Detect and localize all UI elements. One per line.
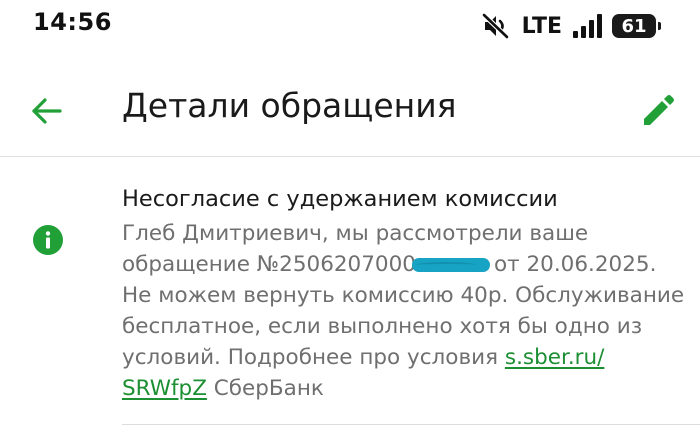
item-divider: [122, 424, 700, 425]
signal-icon: [573, 14, 602, 38]
app-bar: Детали обращения: [0, 56, 700, 156]
battery-indicator: 61: [612, 14, 661, 38]
back-arrow-icon[interactable]: [26, 91, 66, 131]
edit-pencil-icon[interactable]: [638, 91, 678, 131]
conditions-link-part-1[interactable]: s.sber.ru/: [505, 345, 605, 370]
status-bar: 14:56 LTE 61: [0, 0, 700, 56]
appeal-number-text: обращение №2506207000: [122, 252, 416, 277]
battery-tip: [658, 22, 661, 30]
appeal-date-text: от 20.06.2025.: [493, 252, 657, 277]
network-type: LTE: [521, 13, 562, 39]
appeal-message: Глеб Дмитриевич, мы рассмотрели ваше обр…: [122, 218, 685, 404]
page-title: Детали обращения: [122, 86, 457, 125]
header-divider: [0, 156, 700, 157]
mute-icon: [481, 13, 509, 39]
appeal-line-1: Глеб Дмитриевич, мы рассмотрели ваше: [122, 221, 589, 246]
conditions-link-part-2[interactable]: SRWfpZ: [122, 376, 207, 401]
sender-name: СберБанк: [206, 376, 324, 401]
appeal-line-3: Не можем вернуть комиссию 40р. Обслужива…: [122, 283, 685, 308]
status-icons: LTE 61: [481, 11, 661, 41]
appeal-line-6: SRWfpZ СберБанк: [122, 373, 682, 404]
battery-level: 61: [621, 15, 647, 37]
conditions-text: условий. Подробнее про условия: [122, 345, 505, 370]
status-time: 14:56: [33, 8, 112, 36]
appeal-line-4: бесплатное, если выполнено хотя бы одно …: [122, 314, 643, 339]
redaction-mark: [411, 258, 490, 272]
info-icon: [33, 225, 63, 255]
appeal-line-2: обращение №2506207000 от 20.06.2025.: [122, 249, 682, 280]
appeal-title: Несогласие с удержанием комиссии: [122, 186, 558, 212]
appeal-line-5: условий. Подробнее про условия s.sber.ru…: [122, 342, 682, 373]
